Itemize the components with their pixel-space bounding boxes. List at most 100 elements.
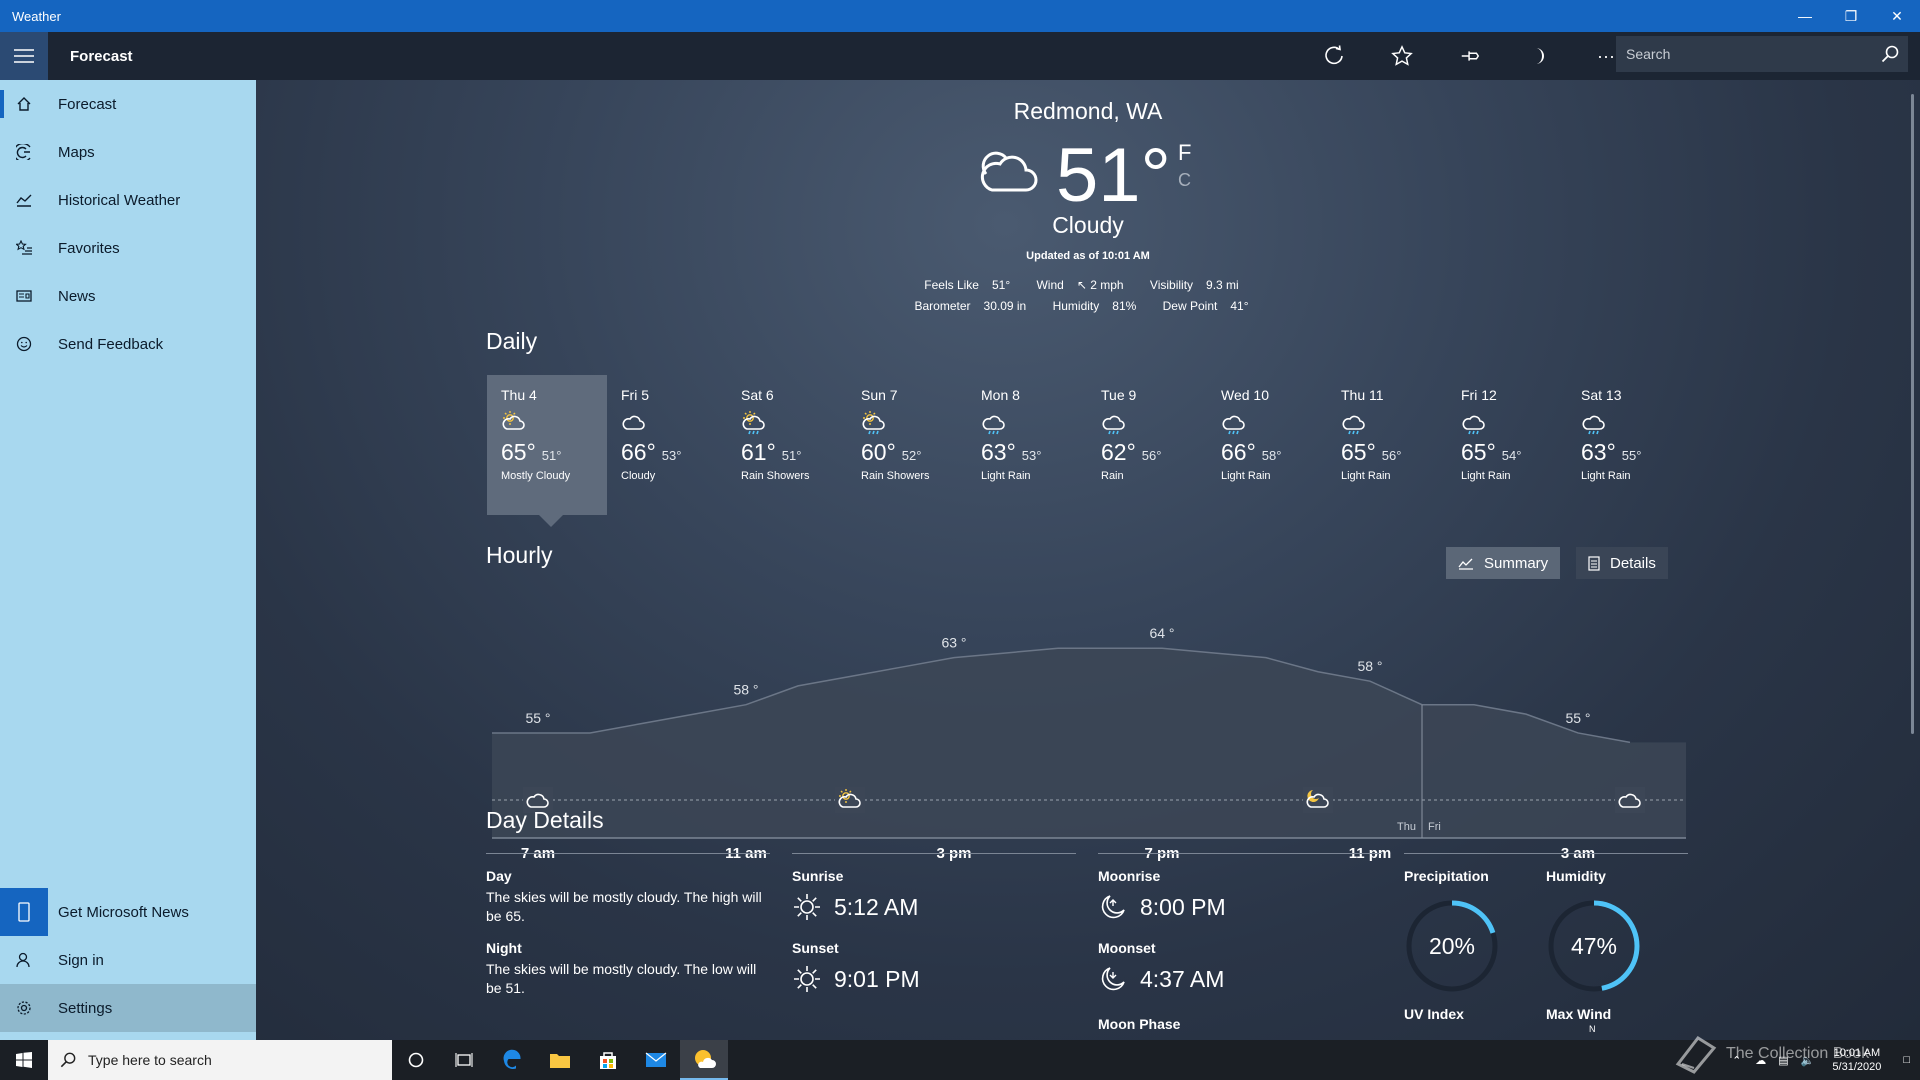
task-view-icon <box>455 1053 473 1067</box>
cortana-button[interactable] <box>392 1040 440 1080</box>
daily-card[interactable]: Thu 11 65° 56° Light Rain <box>1327 375 1447 515</box>
summary-toggle-button[interactable]: Summary <box>1446 547 1561 579</box>
day-low: 56° <box>1141 448 1162 463</box>
visibility-label: Visibility <box>1149 278 1194 292</box>
search-box[interactable] <box>1616 36 1908 72</box>
day-split-label: Fri <box>1428 821 1441 833</box>
humidity-label: Humidity <box>1052 299 1100 313</box>
favorite-button[interactable] <box>1368 32 1436 80</box>
daily-card[interactable]: Mon 8 63° 53° Light Rain <box>967 375 1087 515</box>
app-title: Weather <box>12 8 61 24</box>
sidebar-item-label: Forecast <box>58 95 117 113</box>
day-condition: Light Rain <box>1581 470 1631 482</box>
sunset-label: Sunset <box>792 940 839 956</box>
sidebar-item-label: News <box>58 287 96 305</box>
day-name: Sun 7 <box>861 387 898 403</box>
sidebar-item-forecast[interactable]: Forecast <box>0 80 256 128</box>
search-icon <box>48 1052 88 1068</box>
sidebar-item-label: Maps <box>58 143 95 161</box>
temperature-label: 58 ° <box>733 682 758 698</box>
refresh-button[interactable] <box>1300 32 1368 80</box>
mail-button[interactable] <box>632 1040 680 1080</box>
daily-card[interactable]: Wed 10 66° 58° Light Rain <box>1207 375 1327 515</box>
daily-card[interactable]: Fri 5 66° 53° Cloudy <box>607 375 727 515</box>
moonset-icon <box>1101 967 1125 991</box>
day-name: Fri 5 <box>621 387 649 403</box>
day-high: 61° <box>741 439 776 465</box>
notifications-icon[interactable]: □ <box>1903 1054 1910 1066</box>
max-wind-direction: N <box>1589 1024 1596 1034</box>
sunset-icon <box>794 966 820 992</box>
folder-icon <box>550 1054 570 1068</box>
close-button[interactable]: ✕ <box>1874 0 1920 32</box>
ellipsis-icon: ··· <box>1597 45 1615 66</box>
start-button[interactable] <box>0 1040 48 1080</box>
edge-icon <box>503 1049 521 1070</box>
sidebar-item-news[interactable]: News <box>0 272 256 320</box>
sidebar-item-maps[interactable]: Maps <box>0 128 256 176</box>
sunrise-time: 5:12 AM <box>834 893 919 920</box>
wind-label: Wind <box>1036 278 1064 292</box>
temperature-area <box>492 648 1686 838</box>
task-view-button[interactable] <box>440 1040 488 1080</box>
humidity-gauge: 47% <box>1546 898 1642 994</box>
restore-button[interactable]: ❐ <box>1828 0 1874 32</box>
hourly-title: Hourly <box>486 542 553 568</box>
feels-like-label: Feels Like <box>924 278 979 292</box>
barometer-value: 30.09 in <box>983 299 1027 313</box>
rain-icon <box>1341 409 1433 437</box>
title-bar: Weather — ❐ ✕ <box>0 0 1920 32</box>
mail-icon <box>645 1052 667 1067</box>
minimize-button[interactable]: — <box>1782 0 1828 32</box>
settings-button[interactable]: Settings <box>0 984 256 1032</box>
sidebar-item-historical-weather[interactable]: Historical Weather <box>0 176 256 224</box>
store-button[interactable] <box>584 1040 632 1080</box>
get-microsoft-news-button[interactable]: Get Microsoft News <box>0 888 256 936</box>
sidebar-item-label: Historical Weather <box>58 191 181 209</box>
day-name: Wed 10 <box>1221 387 1269 403</box>
navigation-sidebar: Forecast Maps Historical Weather Favorit… <box>0 80 256 1040</box>
precipitation-gauge: 20% <box>1404 898 1500 994</box>
sidebar-item-send-feedback[interactable]: Send Feedback <box>0 320 256 368</box>
day-high: 65° <box>1461 439 1496 465</box>
daily-card[interactable]: Thu 4 65° 51° Mostly Cloudy <box>487 375 607 527</box>
rain-icon <box>1221 409 1313 437</box>
details-toggle-button[interactable]: Details <box>1576 547 1668 579</box>
partly-cloudy-icon <box>501 409 593 437</box>
daily-card[interactable]: Fri 12 65° 54° Light Rain <box>1447 375 1567 515</box>
pin-button[interactable] <box>1436 32 1504 80</box>
day-split-label: Thu <box>1397 821 1416 833</box>
theme-button[interactable] <box>1504 32 1572 80</box>
current-condition: Cloudy <box>1052 212 1124 238</box>
phone-icon <box>0 888 48 936</box>
temperature-label: 55 ° <box>525 710 550 726</box>
day-condition: Light Rain <box>1341 470 1391 482</box>
day-night-summary: Day The skies will be mostly cloudy. The… <box>486 868 766 998</box>
day-label: Day <box>486 868 512 884</box>
edge-browser-button[interactable] <box>488 1040 536 1080</box>
search-icon[interactable] <box>1872 36 1908 72</box>
daily-card[interactable]: Tue 9 62° 56° Rain <box>1087 375 1207 515</box>
daily-card[interactable]: Sat 13 63° 55° Light Rain <box>1567 375 1687 515</box>
day-name: Thu 11 <box>1341 387 1384 403</box>
sunrise-label: Sunrise <box>792 868 844 884</box>
fahrenheit-toggle[interactable]: F <box>1178 140 1191 166</box>
search-input[interactable] <box>1616 46 1872 62</box>
moonrise-icon <box>1101 895 1125 919</box>
night-summary-text: The skies will be mostly cloudy. The low… <box>486 961 757 996</box>
page-title: Forecast <box>70 47 133 65</box>
weather-app-button[interactable] <box>680 1040 728 1080</box>
barometer-label: Barometer <box>914 299 971 313</box>
celsius-toggle[interactable]: C <box>1178 170 1191 191</box>
file-explorer-button[interactable] <box>536 1040 584 1080</box>
day-high: 66° <box>1221 439 1256 465</box>
day-details-title: Day Details <box>486 807 604 833</box>
hamburger-menu-button[interactable] <box>0 32 48 80</box>
sidebar-item-favorites[interactable]: Favorites <box>0 224 256 272</box>
sign-in-button[interactable]: Sign in <box>0 936 256 984</box>
favorites-list-icon <box>0 240 48 256</box>
daily-card[interactable]: Sun 7 60° 52° Rain Showers <box>847 375 967 515</box>
taskbar-search[interactable]: Type here to search <box>48 1040 392 1080</box>
daily-card[interactable]: Sat 6 61° 51° Rain Showers <box>727 375 847 515</box>
radar-icon <box>0 144 48 160</box>
